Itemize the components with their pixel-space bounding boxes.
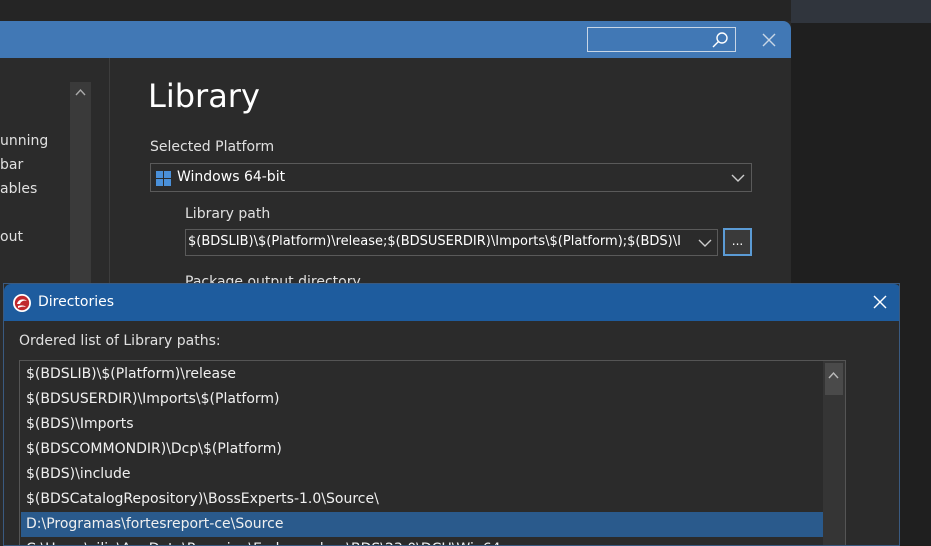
- app-logo-icon: [13, 294, 31, 312]
- chevron-up-icon: [828, 371, 839, 379]
- list-item[interactable]: $(BDSCatalogRepository)\BossExperts-1.0\…: [21, 487, 823, 512]
- dialog-title: Directories: [38, 294, 115, 310]
- chevron-down-icon[interactable]: [697, 235, 713, 251]
- list-scrollbar[interactable]: [823, 361, 845, 545]
- close-icon[interactable]: [870, 292, 890, 312]
- list-item[interactable]: $(BDSLIB)\$(Platform)\release: [21, 362, 823, 387]
- library-path-input[interactable]: $(BDSLIB)\$(Platform)\release;$(BDSUSERD…: [185, 229, 718, 256]
- options-search-input[interactable]: [587, 27, 736, 52]
- list-item[interactable]: $(BDS)\Imports: [21, 412, 823, 437]
- close-icon[interactable]: [757, 28, 781, 52]
- platform-select-value: Windows 64-bit: [177, 169, 286, 185]
- list-item[interactable]: $(BDS)\include: [21, 462, 823, 487]
- directories-titlebar: Directories: [4, 284, 899, 321]
- list-item-selected[interactable]: D:\Programas\fortesreport-ce\Source: [21, 512, 823, 537]
- library-paths-list[interactable]: $(BDSLIB)\$(Platform)\release $(BDSUSERD…: [19, 360, 846, 545]
- chevron-up-icon[interactable]: [74, 86, 87, 99]
- platform-select[interactable]: Windows 64-bit: [150, 163, 752, 192]
- paths-list-label: Ordered list of Library paths:: [19, 333, 221, 349]
- list-item[interactable]: $(BDSUSERDIR)\Imports\$(Platform): [21, 387, 823, 412]
- library-path-label: Library path: [185, 206, 271, 222]
- library-path-value: $(BDSLIB)\$(Platform)\release;$(BDSUSERD…: [188, 234, 681, 249]
- directories-dialog: Directories Ordered list of Library path…: [3, 283, 900, 546]
- browse-button[interactable]: ...: [723, 228, 752, 256]
- sidebar-item-bar[interactable]: bar: [0, 157, 23, 173]
- search-icon: [712, 32, 728, 48]
- sidebar-item-running[interactable]: unning: [0, 133, 48, 149]
- windows-icon: [156, 171, 171, 186]
- options-titlebar: [0, 21, 791, 58]
- library-path-dropdown[interactable]: [693, 230, 717, 255]
- chevron-down-icon[interactable]: [730, 170, 746, 186]
- selected-platform-label: Selected Platform: [150, 139, 275, 155]
- sidebar-item-layout[interactable]: out: [0, 229, 23, 245]
- top-background-right: [791, 0, 931, 23]
- list-item[interactable]: C:\Users\silio\AppData\Roaming\Embarcade…: [21, 537, 823, 545]
- scrollbar-up-button[interactable]: [825, 363, 843, 395]
- page-title: Library: [148, 77, 260, 115]
- list-item[interactable]: $(BDSCOMMONDIR)\Dcp\$(Platform): [21, 437, 823, 462]
- sidebar-item-variables[interactable]: ables: [0, 181, 37, 197]
